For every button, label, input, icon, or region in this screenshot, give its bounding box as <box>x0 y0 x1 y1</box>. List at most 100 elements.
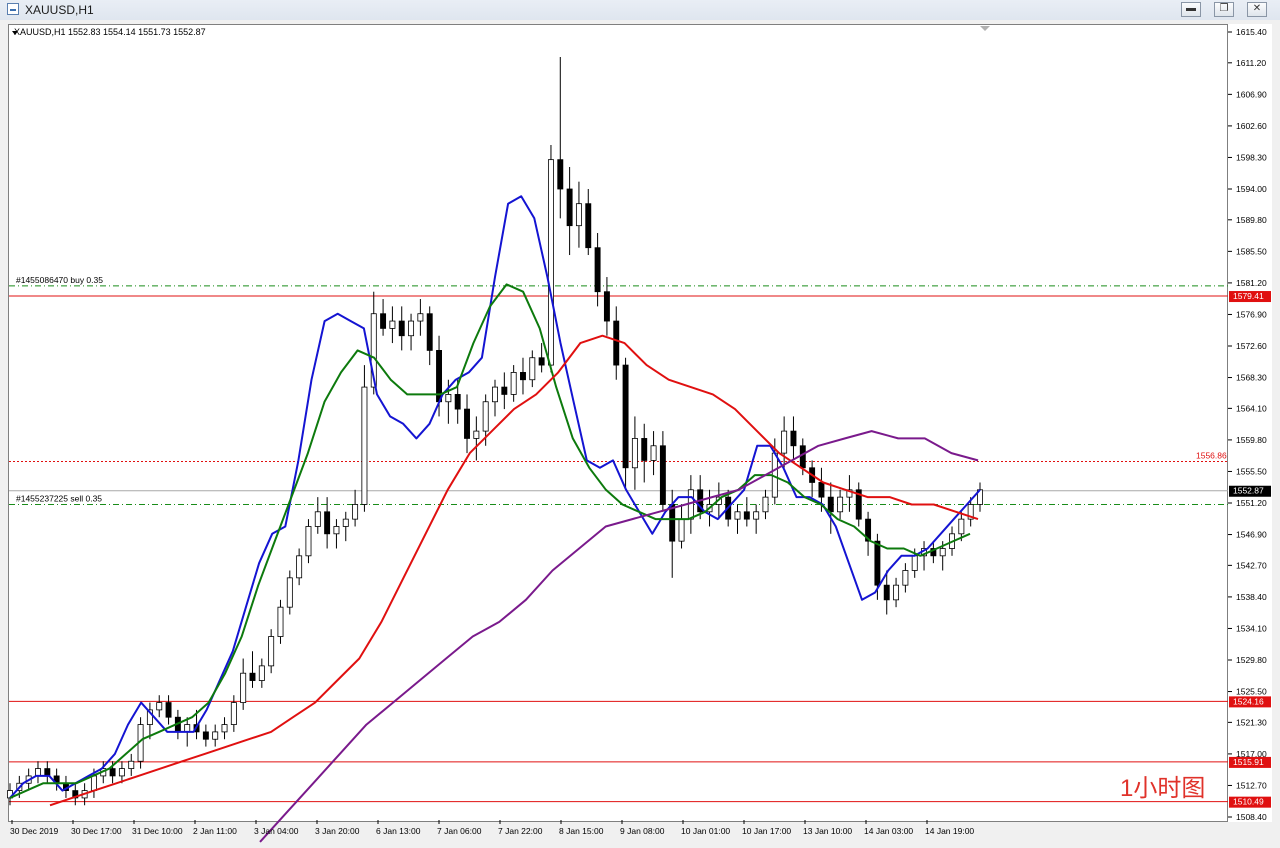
candle-body <box>212 731 219 740</box>
x-tick-label: 10 Jan 01:00 <box>681 826 730 836</box>
moving-average-line <box>49 334 979 807</box>
y-tick-label: 1585.50 <box>1236 246 1267 256</box>
candle-body <box>249 672 256 681</box>
y-tick-label: 1568.30 <box>1236 373 1267 383</box>
candle-body <box>258 665 265 681</box>
candle-body <box>799 445 806 469</box>
y-tick-label: 1512.70 <box>1236 780 1267 790</box>
x-tick-label: 6 Jan 13:00 <box>376 826 421 836</box>
candle-body <box>352 504 359 520</box>
y-tick-label: 1589.80 <box>1236 215 1267 225</box>
candle-body <box>557 159 564 190</box>
candle-body <box>445 394 452 403</box>
candle-body <box>230 702 237 725</box>
candle-body <box>818 482 825 498</box>
candle-body <box>594 247 601 293</box>
candle-body <box>324 511 331 535</box>
x-tick-label: 30 Dec 17:00 <box>71 826 122 836</box>
candle-body <box>501 386 508 395</box>
y-tick-label: 1615.40 <box>1236 27 1267 37</box>
candle-body <box>128 760 135 769</box>
price-level-tag-label: 1524.16 <box>1233 696 1264 706</box>
x-tick-label: 10 Jan 17:00 <box>742 826 791 836</box>
x-tick-label: 2 Jan 11:00 <box>193 826 237 836</box>
candle-body <box>333 526 340 535</box>
candle-body <box>314 511 321 527</box>
y-tick-label: 1525.50 <box>1236 687 1267 697</box>
candle-body <box>408 320 415 337</box>
candle-body <box>202 731 209 740</box>
candle-body <box>221 724 228 733</box>
candle-body <box>631 438 638 469</box>
candle-body <box>958 518 965 535</box>
candle-body <box>268 636 275 667</box>
candle-body <box>118 768 125 777</box>
y-tick-label: 1611.20 <box>1236 58 1266 68</box>
candle-body <box>753 511 760 520</box>
y-tick-label: 1576.90 <box>1236 309 1267 319</box>
x-tick-label: 14 Jan 19:00 <box>925 826 974 836</box>
candle-body <box>529 357 536 381</box>
candle-body <box>305 526 312 557</box>
y-tick-label: 1559.80 <box>1236 435 1267 445</box>
candle-body <box>734 511 741 520</box>
y-tick-label: 1529.80 <box>1236 655 1267 665</box>
candle-body <box>520 372 526 381</box>
x-tick-label: 3 Jan 04:00 <box>254 826 299 836</box>
candle-body <box>398 320 405 337</box>
order-label: #1455086470 buy 0.35 <box>16 275 103 285</box>
y-tick-label: 1521.30 <box>1236 717 1267 727</box>
candle-body <box>883 584 890 601</box>
candle-body <box>426 313 433 351</box>
candle-body <box>380 313 387 329</box>
y-tick-label: 1594.00 <box>1236 184 1267 194</box>
candle-body <box>454 394 461 410</box>
candle-body <box>510 372 517 395</box>
moving-average-line <box>9 283 971 799</box>
candle-body <box>837 496 844 513</box>
candle-body <box>361 386 368 505</box>
x-tick-label: 31 Dec 10:00 <box>132 826 183 836</box>
chart-annotation: 1小时图 <box>1120 775 1205 802</box>
y-tick-label: 1508.40 <box>1236 812 1267 822</box>
candle-body <box>277 606 284 637</box>
candle-body <box>296 555 303 579</box>
y-tick-label: 1598.30 <box>1236 152 1267 162</box>
candle-body <box>659 445 666 505</box>
price-level-tag-label: 1515.91 <box>1233 757 1264 767</box>
candle-body <box>622 364 629 469</box>
candle-body <box>492 386 498 403</box>
candle-body <box>874 540 881 586</box>
candle-body <box>417 313 424 322</box>
candle-body <box>90 775 97 791</box>
candle-body <box>781 430 788 454</box>
candle-body <box>669 504 676 542</box>
y-tick-label: 1551.20 <box>1236 498 1267 508</box>
candle-body <box>184 724 191 733</box>
candle-body <box>893 584 900 601</box>
candle-body <box>827 496 834 513</box>
candle-body <box>389 320 396 329</box>
price-level-tag-label: 1579.41 <box>1233 291 1264 301</box>
candle-body <box>743 511 750 520</box>
candle-body <box>641 438 648 461</box>
shift-marker-icon[interactable] <box>980 26 990 31</box>
last-price-tag-label: 1552.87 <box>1233 486 1264 496</box>
candle-body <box>286 577 293 608</box>
x-tick-label: 30 Dec 2019 <box>10 826 58 836</box>
candle-body <box>156 702 163 711</box>
y-tick-label: 1555.50 <box>1236 466 1267 476</box>
y-tick-label: 1564.10 <box>1236 403 1267 413</box>
price-chart[interactable]: 1556.86 #1455086470 buy 0.35 #1455237225 s… <box>0 0 1280 848</box>
symbol-info: XAUUSD,H1 1552.83 1554.14 1551.73 1552.8… <box>14 27 206 37</box>
x-tick-label: 14 Jan 03:00 <box>864 826 913 836</box>
candle-body <box>109 768 116 777</box>
x-tick-label: 3 Jan 20:00 <box>315 826 360 836</box>
y-tick-label: 1572.60 <box>1236 341 1267 351</box>
candle-body <box>342 518 349 527</box>
candle-body <box>538 357 545 366</box>
candle-body <box>240 672 247 703</box>
candle-body <box>902 570 909 586</box>
x-tick-label: 9 Jan 08:00 <box>620 826 665 836</box>
moving-average-line <box>259 430 979 843</box>
